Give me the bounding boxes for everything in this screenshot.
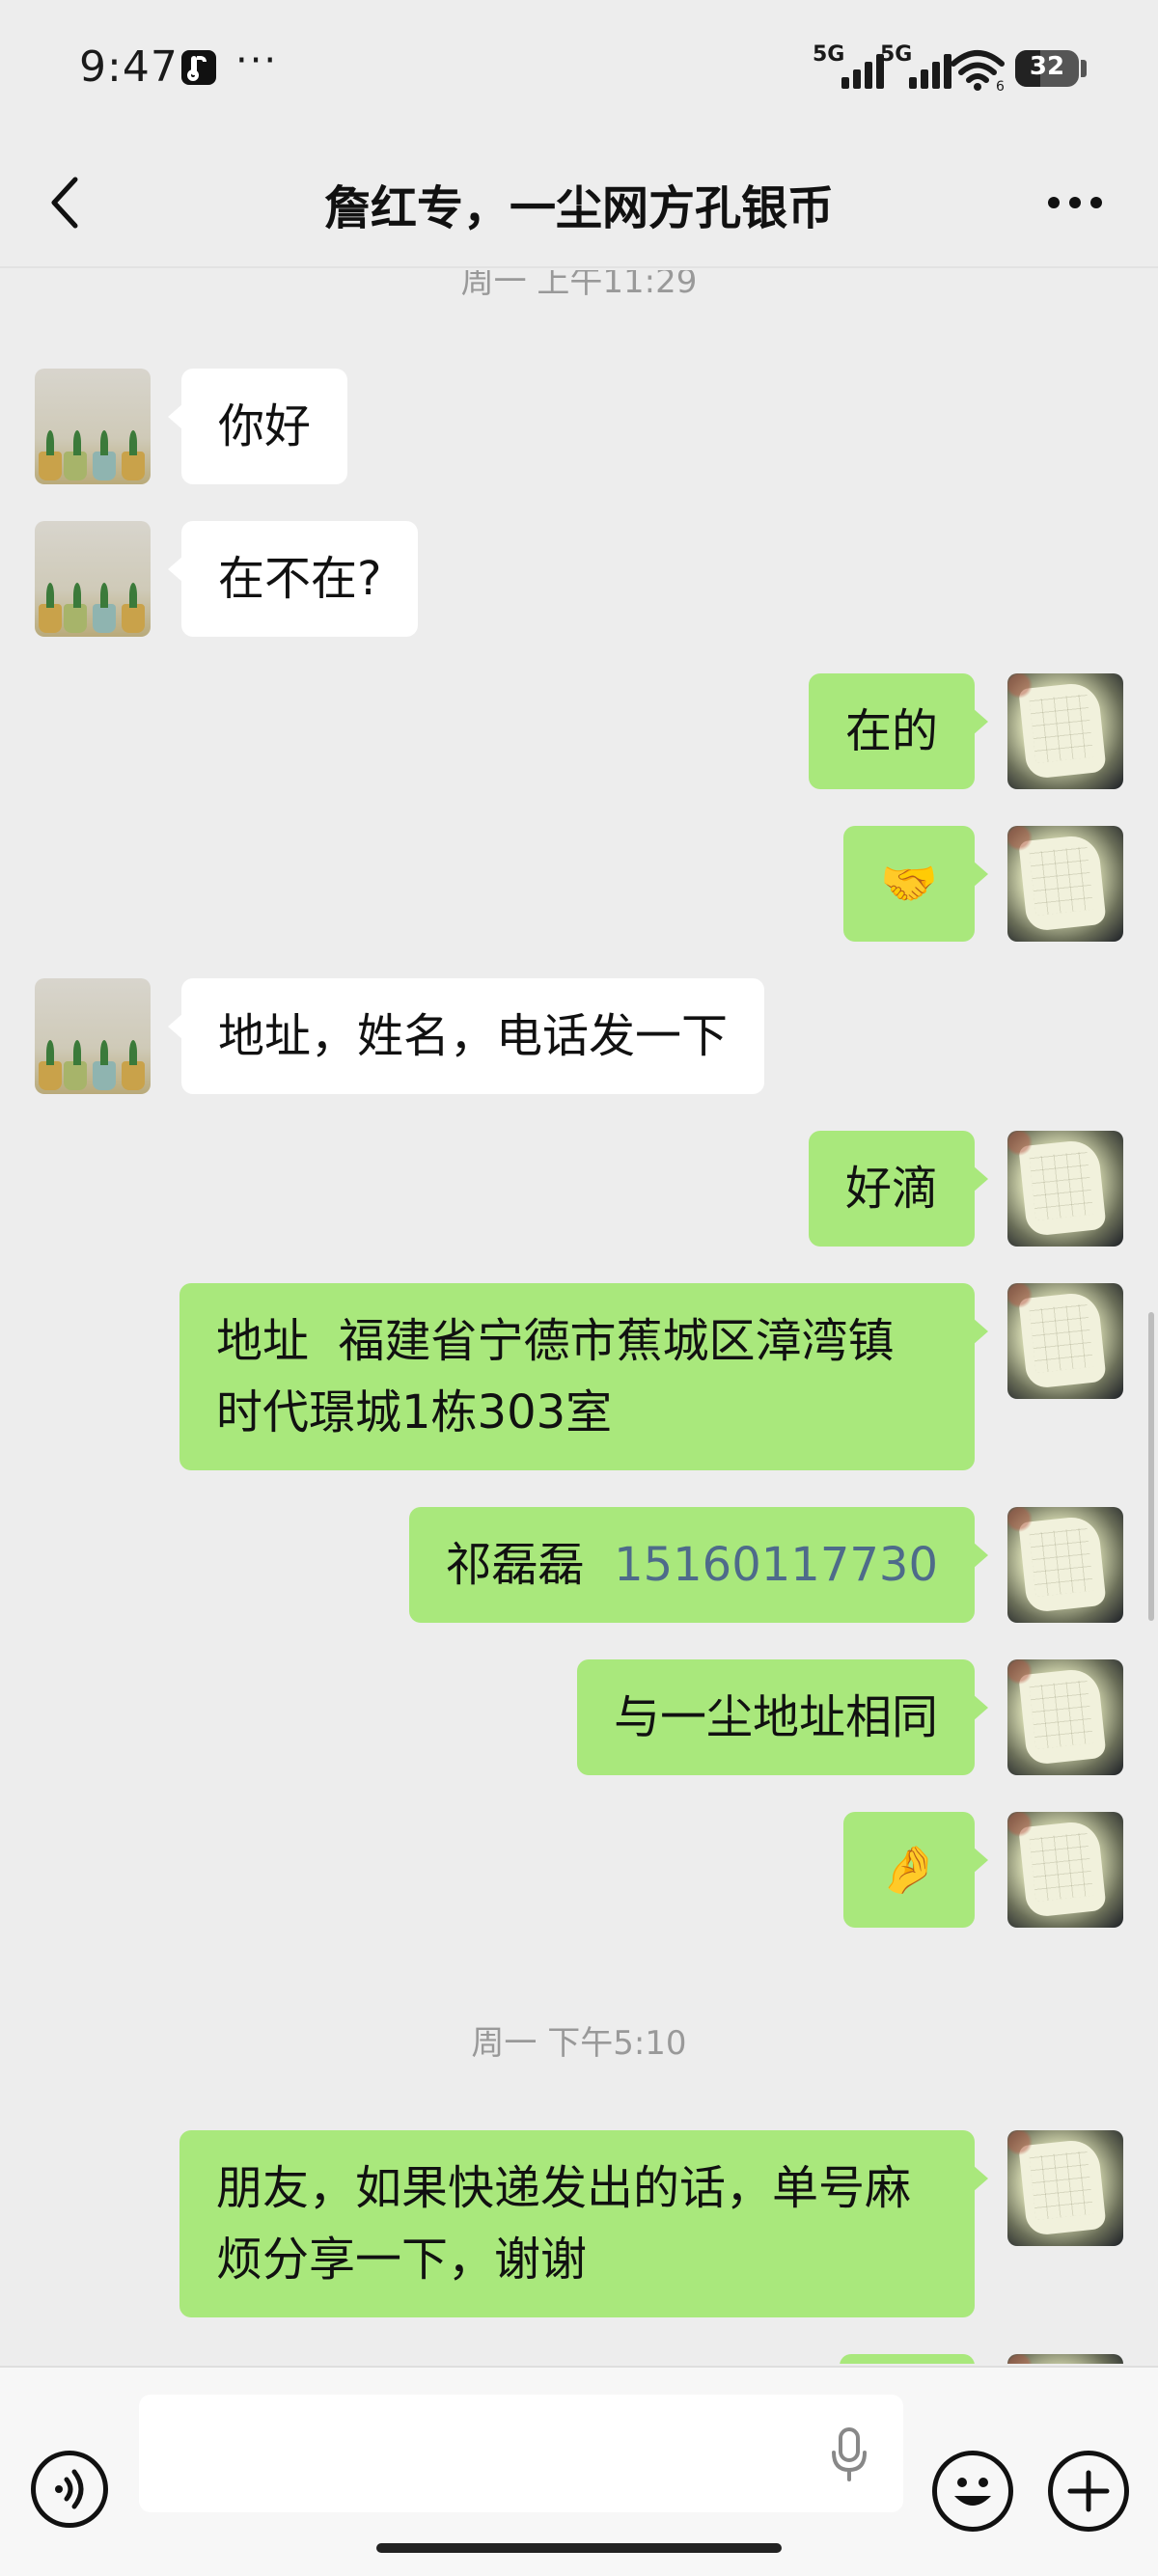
my-avatar[interactable] <box>1007 2354 1123 2364</box>
contact-name: 祁磊磊 <box>445 1538 585 1592</box>
more-notifications-icon: ··· <box>235 39 279 83</box>
phone-number-link[interactable]: 15160117730 <box>614 1538 938 1592</box>
my-avatar[interactable] <box>1007 1659 1123 1775</box>
message-bubble-sent-contact[interactable]: 祁磊磊 15160117730 <box>408 1507 989 1623</box>
timestamp: 周一 上午11:29 <box>460 270 698 301</box>
contact-avatar[interactable] <box>35 521 151 637</box>
message-bubble-sent[interactable]: 与一尘地址相同 <box>576 1659 989 1775</box>
emoji-icon[interactable] <box>932 2451 1013 2532</box>
battery-icon: 32 <box>1015 50 1079 87</box>
my-avatar[interactable] <box>1007 1812 1123 1928</box>
message-bubble-sent-emoji[interactable]: 🤝 <box>843 826 988 942</box>
message-bubble-received[interactable]: 在不在? <box>167 521 419 637</box>
message-bubble-sent[interactable]: 在的 <box>808 673 989 789</box>
timestamp: 周一 下午5:10 <box>471 2024 687 2063</box>
chevron-left-icon[interactable] <box>42 174 89 232</box>
chat-header: 詹红专，一尘网方孔银币 <box>0 135 1158 268</box>
message-bubble-sent[interactable]: 好滴 <box>808 1131 989 1247</box>
my-avatar[interactable] <box>1007 673 1123 789</box>
status-bar: 9:47 ··· 5G 5G 6 32 <box>0 0 1158 135</box>
plus-icon[interactable] <box>1048 2451 1129 2532</box>
home-indicator[interactable] <box>376 2543 782 2553</box>
status-time: 9:47 <box>79 42 179 92</box>
message-bubble-sent[interactable]: 朋友，如果快递发出的话，单号麻 烦分享一下，谢谢 <box>179 2130 988 2317</box>
wifi-icon: 6 <box>950 48 1006 95</box>
message-input[interactable] <box>139 2395 903 2512</box>
message-bubble-received[interactable]: 你好 <box>167 369 348 484</box>
network-type-label-2: 5G <box>880 42 913 67</box>
message-bubble-sent-address[interactable]: 地址 福建省宁德市蕉城区漳湾镇 时代璟城1栋303室 <box>179 1283 988 1470</box>
voice-icon[interactable] <box>31 2451 108 2528</box>
cellular-signal-icon: 5G <box>813 42 890 89</box>
cellular-signal-icon-2: 5G <box>880 42 957 89</box>
my-avatar[interactable] <box>1007 1283 1123 1399</box>
tiktok-notification-icon <box>181 50 216 85</box>
message-bubble-received[interactable]: 地址，姓名，电话发一下 <box>167 978 765 1094</box>
message-bubble-sent-partial[interactable] <box>840 2354 975 2364</box>
message-bubble-sent-emoji[interactable]: 🤌 <box>843 1812 988 1928</box>
microphone-icon[interactable] <box>828 2425 870 2483</box>
my-avatar[interactable] <box>1007 1507 1123 1623</box>
more-dots-icon[interactable] <box>1046 193 1104 212</box>
contact-avatar[interactable] <box>35 369 151 484</box>
network-type-label: 5G <box>813 42 845 67</box>
scrollbar[interactable] <box>1148 1312 1154 1621</box>
chat-screen: 9:47 ··· 5G 5G 6 32 詹红专，一尘网方孔银币 周一 上午11:… <box>0 0 1158 2576</box>
wifi-sub-label: 6 <box>996 79 1005 91</box>
my-avatar[interactable] <box>1007 826 1123 942</box>
chat-title: 詹红专，一尘网方孔银币 <box>323 181 834 235</box>
my-avatar[interactable] <box>1007 2130 1123 2246</box>
my-avatar[interactable] <box>1007 1131 1123 1247</box>
battery-level: 32 <box>1029 52 1065 81</box>
contact-avatar[interactable] <box>35 978 151 1094</box>
message-list[interactable]: 周一 上午11:29 你好 在不在? 在的 � <box>0 270 1158 2364</box>
